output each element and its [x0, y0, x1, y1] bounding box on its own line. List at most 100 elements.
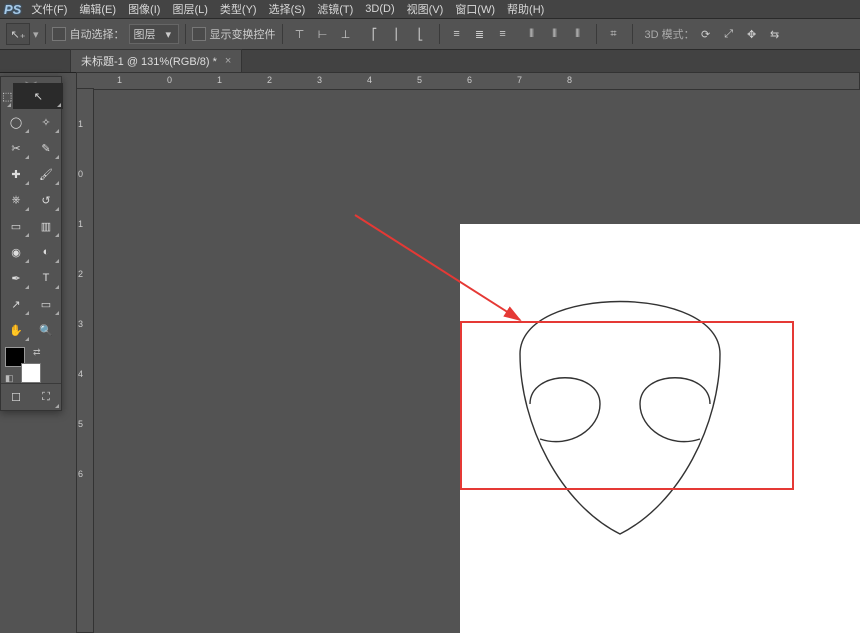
- move-tool[interactable]: ↖: [13, 83, 63, 109]
- canvas[interactable]: [460, 224, 860, 633]
- ruler-tick: 3: [78, 319, 83, 329]
- auto-select-checkbox[interactable]: [52, 27, 66, 41]
- menu-edit[interactable]: 编辑(E): [79, 1, 116, 17]
- hand-tool[interactable]: ✋: [1, 317, 31, 343]
- ruler-tick: 8: [567, 75, 572, 85]
- menu-select[interactable]: 选择(S): [269, 1, 306, 17]
- path-select-tool[interactable]: ↗: [1, 291, 31, 317]
- dist-right-icon[interactable]: ⦀: [567, 24, 589, 44]
- move-cursor-icon: ↖₊: [10, 28, 25, 41]
- tools-panel: ▸◂ ⬚ ↖ ◯ ✧ ✂ ✎ ✚ 🖌 ⎈ ↺ ▭ ▥ ◉ ◐ ✒ T ↗ ▭ ✋…: [0, 76, 62, 411]
- healing-tool[interactable]: ✚: [1, 161, 31, 187]
- options-bar: ↖₊ ▾ 自动选择： 图层 ▾ 显示变换控件 ⊤ ⊢ ⊥ ⎡ ⎢ ⎣ ≡ ≣ ≡…: [0, 19, 860, 50]
- menu-3d[interactable]: 3D(D): [365, 3, 394, 15]
- menu-image[interactable]: 图像(I): [128, 1, 160, 17]
- eyedropper-icon: ✎: [41, 142, 50, 155]
- eyedropper-tool[interactable]: ✎: [31, 135, 61, 161]
- align-group-1: ⊤ ⊢ ⊥: [289, 23, 358, 45]
- auto-select-target: 图层: [134, 26, 156, 42]
- align-right-icon[interactable]: ⎣: [410, 24, 432, 44]
- align-group-2: ⎡ ⎢ ⎣: [364, 23, 433, 45]
- crop-tool[interactable]: ✂: [1, 135, 31, 161]
- close-icon[interactable]: ×: [225, 55, 231, 67]
- menu-view[interactable]: 视图(V): [407, 1, 444, 17]
- ruler-tick: 2: [267, 75, 272, 85]
- ruler-tick: 6: [467, 75, 472, 85]
- ruler-tick: 1: [78, 219, 83, 229]
- menu-file[interactable]: 文件(F): [31, 1, 67, 17]
- ruler-tick: 0: [78, 169, 83, 179]
- zoom-tool[interactable]: 🔍: [31, 317, 61, 343]
- horizontal-ruler[interactable]: 1 0 1 2 3 4 5 6 7 8: [76, 72, 860, 90]
- menu-help[interactable]: 帮助(H): [507, 1, 544, 17]
- document-tab[interactable]: 未标题-1 @ 131%(RGB/8) * ×: [70, 49, 242, 72]
- dist-bottom-icon[interactable]: ≡: [492, 24, 514, 44]
- ruler-tick: 2: [78, 269, 83, 279]
- shape-tool[interactable]: ▭: [31, 291, 61, 317]
- screenmode-icon: ⛶: [42, 391, 50, 404]
- 3d-roll-icon[interactable]: ⤢: [718, 24, 740, 44]
- hand-icon: ✋: [9, 324, 23, 337]
- ruler-tick: 6: [78, 469, 83, 479]
- menu-window[interactable]: 窗口(W): [455, 1, 495, 17]
- dodge-icon: ◐: [43, 246, 50, 258]
- pen-tool[interactable]: ✒: [1, 265, 31, 291]
- align-vcenter-icon[interactable]: ⊢: [312, 24, 334, 44]
- menu-layer[interactable]: 图层(L): [172, 1, 207, 17]
- wand-icon: ✧: [41, 116, 50, 129]
- lasso-tool[interactable]: ◯: [1, 109, 31, 135]
- pen-icon: ✒: [11, 272, 20, 285]
- 3d-mode-label: 3D 模式：: [645, 26, 695, 42]
- chevron-down-icon[interactable]: ▾: [33, 28, 39, 41]
- lasso-icon: ◯: [10, 116, 22, 129]
- align-bottom-icon[interactable]: ⊥: [335, 24, 357, 44]
- ruler-tick: 5: [417, 75, 422, 85]
- blur-icon: ◉: [11, 246, 21, 259]
- marquee-tool[interactable]: ⬚: [1, 83, 13, 109]
- history-icon: ↺: [41, 194, 50, 207]
- dist-top-icon[interactable]: ≡: [446, 24, 468, 44]
- wand-tool[interactable]: ✧: [31, 109, 61, 135]
- type-tool[interactable]: T: [31, 265, 61, 291]
- eraser-tool[interactable]: ▭: [1, 213, 31, 239]
- type-icon: T: [43, 272, 50, 284]
- ruler-tick: 5: [78, 419, 83, 429]
- screen-mode-button[interactable]: ⛶: [31, 384, 61, 410]
- dist-vcenter-icon[interactable]: ≣: [469, 24, 491, 44]
- 3d-orbit-icon[interactable]: ⟳: [695, 24, 717, 44]
- swap-colors-icon[interactable]: ⇄: [33, 347, 41, 358]
- brush-icon: 🖌: [39, 168, 53, 181]
- blur-tool[interactable]: ◉: [1, 239, 31, 265]
- stamp-tool[interactable]: ⎈: [1, 187, 31, 213]
- show-transform-checkbox[interactable]: [192, 27, 206, 41]
- auto-select-target-dropdown[interactable]: 图层 ▾: [129, 24, 179, 44]
- align-hcenter-icon[interactable]: ⎢: [387, 24, 409, 44]
- align-top-icon[interactable]: ⊤: [289, 24, 311, 44]
- color-swatches[interactable]: ⇄ ◧: [5, 347, 57, 381]
- align-left-icon[interactable]: ⎡: [364, 24, 386, 44]
- quick-mask-button[interactable]: ☐: [1, 384, 31, 410]
- auto-align-icon[interactable]: ⌗: [603, 24, 625, 44]
- menu-type[interactable]: 类型(Y): [220, 1, 257, 17]
- vertical-ruler[interactable]: 1 0 1 2 3 4 5 6: [76, 88, 94, 633]
- 3d-pan-icon[interactable]: ✥: [741, 24, 763, 44]
- background-color[interactable]: [21, 363, 41, 383]
- path-icon: ↗: [11, 298, 20, 311]
- zoom-icon: 🔍: [39, 324, 53, 337]
- dist-left-icon[interactable]: ⦀: [521, 24, 543, 44]
- 3d-slide-icon[interactable]: ⇆: [764, 24, 786, 44]
- reset-colors-icon[interactable]: ◧: [5, 373, 14, 384]
- menu-filter[interactable]: 滤镜(T): [317, 1, 353, 17]
- dist-hcenter-icon[interactable]: ⦀: [544, 24, 566, 44]
- ruler-tick: 4: [367, 75, 372, 85]
- ruler-tick: 1: [78, 119, 83, 129]
- chevron-down-icon: ▾: [166, 28, 172, 41]
- ruler-tick: 0: [167, 75, 172, 85]
- gradient-tool[interactable]: ▥: [31, 213, 61, 239]
- history-brush-tool[interactable]: ↺: [31, 187, 61, 213]
- eraser-icon: ▭: [11, 220, 21, 233]
- ruler-tick: 3: [317, 75, 322, 85]
- dodge-tool[interactable]: ◐: [31, 239, 61, 265]
- tool-preset-button[interactable]: ↖₊: [6, 23, 30, 45]
- brush-tool[interactable]: 🖌: [31, 161, 61, 187]
